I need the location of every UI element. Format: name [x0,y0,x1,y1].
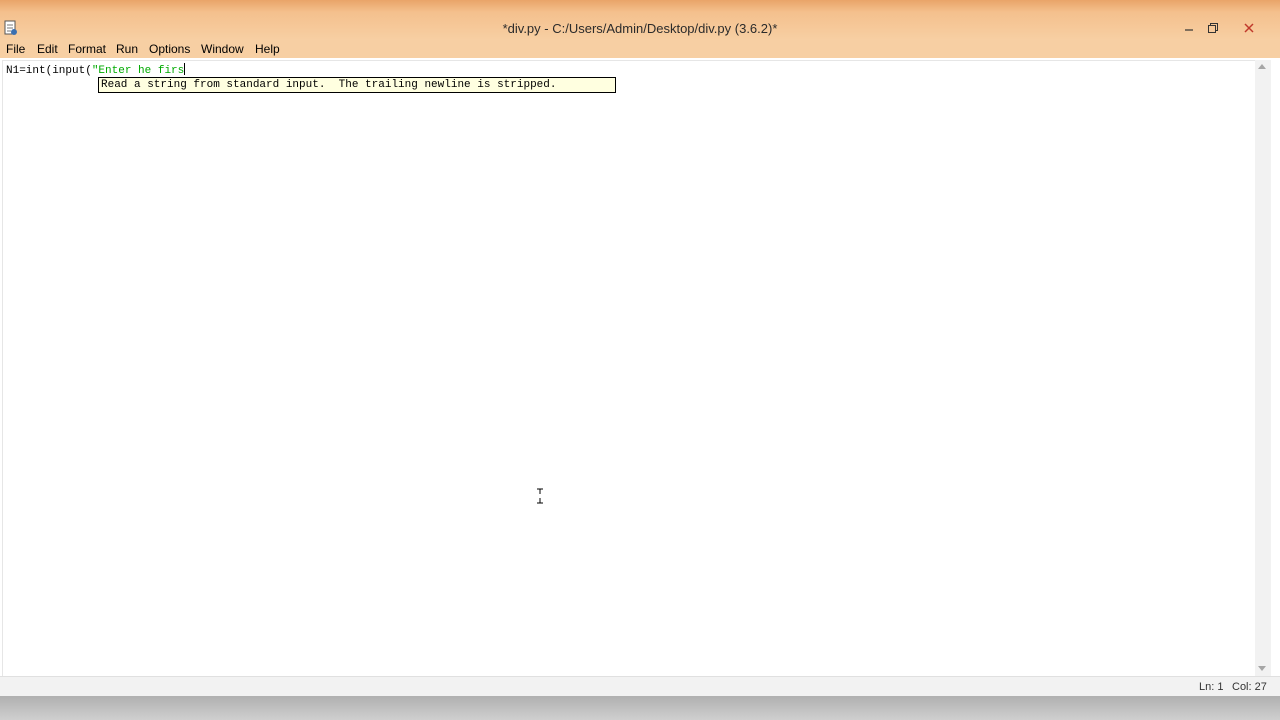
title-bar[interactable]: *div.py - C:/Users/Admin/Desktop/div.py … [0,0,1280,40]
string-literal: "Enter he firs [91,65,185,77]
window-title: *div.py - C:/Users/Admin/Desktop/div.py … [502,21,778,36]
restore-button[interactable] [1200,18,1226,38]
menu-format[interactable]: Format [68,42,106,56]
menu-window[interactable]: Window [201,42,244,56]
menu-file[interactable]: File [6,42,25,56]
status-column: Col: 27 [1232,681,1267,693]
menu-run[interactable]: Run [116,42,138,56]
minimize-icon [1185,29,1193,31]
text-caret [184,63,186,75]
code-line[interactable]: N1=int(input("Enter he firs [6,63,186,77]
close-icon [1244,23,1254,33]
scroll-up-icon[interactable] [1258,64,1266,69]
calltip-tooltip: Read a string from standard input. The t… [98,77,616,93]
menu-options[interactable]: Options [149,42,190,56]
menu-bar: File Edit Format Run Options Window Help [0,40,1280,58]
minimize-button[interactable] [1176,18,1202,38]
vertical-scrollbar[interactable] [1255,60,1271,676]
status-bar: Ln: 1 Col: 27 [0,676,1280,697]
close-button[interactable] [1234,18,1264,38]
menu-edit[interactable]: Edit [37,42,58,56]
scroll-down-icon[interactable] [1258,666,1266,671]
code-editor[interactable]: N1=int(input("Enter he firs Read a strin… [2,60,1256,677]
restore-icon [1208,23,1218,33]
idle-editor-window: *div.py - C:/Users/Admin/Desktop/div.py … [0,0,1280,697]
menu-help[interactable]: Help [255,42,280,56]
code-text: N1=int(input( [6,65,92,77]
taskbar [0,696,1280,720]
status-line: Ln: 1 [1199,681,1224,693]
ibeam-cursor-icon [537,488,543,504]
